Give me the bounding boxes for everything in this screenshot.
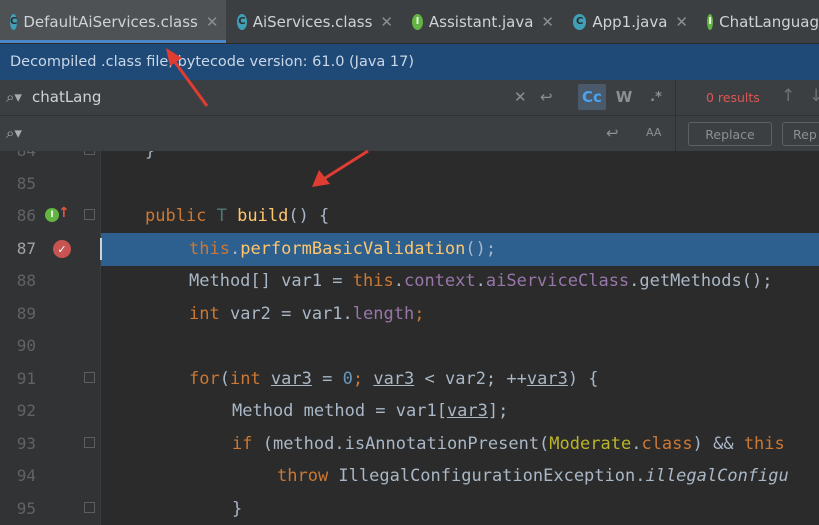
- code-line: 86 I ↑ public T build() {: [0, 200, 819, 233]
- line-number: 91: [16, 369, 36, 388]
- line-number: 87: [16, 239, 36, 258]
- code-line: 84 }: [0, 151, 819, 168]
- whole-words-toggle[interactable]: W: [612, 84, 636, 110]
- close-icon[interactable]: ✕: [675, 13, 688, 31]
- line-number: 92: [16, 401, 36, 420]
- line-number: 86: [16, 206, 36, 225]
- code-text: Method method = var1[var3];: [232, 401, 509, 421]
- fold-marker-icon[interactable]: [84, 209, 95, 220]
- previous-occurrence-icon[interactable]: ↑: [781, 86, 795, 106]
- tab-assistant[interactable]: I Assistant.java ✕: [402, 0, 562, 43]
- interface-icon: I: [707, 13, 714, 30]
- fold-marker-icon[interactable]: [84, 437, 95, 448]
- breakpoint-icon[interactable]: ✓: [53, 240, 71, 258]
- line-number: 88: [16, 271, 36, 290]
- close-icon[interactable]: ✕: [380, 13, 393, 31]
- line-number: 84: [0, 151, 36, 168]
- next-occurrence-icon[interactable]: ↓: [809, 86, 819, 106]
- search-results-count: 0 results: [706, 90, 760, 105]
- code-text: public T build() {: [145, 206, 330, 226]
- replace-row: ⌕▾: [0, 116, 675, 150]
- new-line-icon[interactable]: ↩: [540, 88, 553, 106]
- panel-separator: [675, 80, 676, 151]
- line-number: 85: [16, 174, 36, 193]
- implements-icon[interactable]: I: [45, 208, 59, 222]
- active-tab-indicator: [0, 40, 226, 43]
- code-text: if (method.isAnnotationPresent(Moderate.…: [232, 434, 785, 454]
- code-text: int var2 = var1.length;: [189, 304, 425, 324]
- code-line: 92 Method method = var1[var3];: [0, 395, 819, 428]
- editor-tab-bar: C DefaultAiServices.class ✕ C AiServices…: [0, 0, 819, 44]
- clear-search-icon[interactable]: ✕: [514, 88, 527, 106]
- line-number: 89: [16, 304, 36, 323]
- match-case-toggle[interactable]: Cc: [578, 84, 606, 110]
- tab-label: ChatLanguag: [719, 12, 819, 31]
- tab-chatlanguage[interactable]: I ChatLanguag: [697, 0, 819, 43]
- find-replace-panel: ⌕▾ chatLang ✕ ↩ Cc W .* 0 results ↑ ↓ ⌕▾…: [0, 80, 819, 152]
- search-input[interactable]: chatLang: [32, 88, 101, 106]
- search-icon[interactable]: ⌕▾: [6, 124, 32, 142]
- code-line: 93 if (method.isAnnotationPresent(Modera…: [0, 428, 819, 461]
- close-icon[interactable]: ✕: [206, 13, 219, 31]
- close-icon[interactable]: ✕: [541, 13, 554, 31]
- search-icon[interactable]: ⌕▾: [6, 88, 32, 106]
- line-number: 95: [16, 499, 36, 518]
- tab-label: DefaultAiServices.class: [23, 12, 198, 31]
- code-line: 90: [0, 330, 819, 363]
- code-text: this.performBasicValidation();: [189, 239, 497, 259]
- interface-icon: I: [412, 13, 423, 30]
- tab-aiservices[interactable]: C AiServices.class ✕: [227, 0, 401, 43]
- replace-button[interactable]: Replace: [688, 122, 772, 146]
- code-text: }: [145, 151, 156, 161]
- tab-defaultaiservices[interactable]: C DefaultAiServices.class ✕: [0, 0, 226, 43]
- code-text: for(int var3 = 0; var3 < var2; ++var3) {: [189, 369, 599, 389]
- code-line: 88 Method[] var1 = this.context.aiServic…: [0, 265, 819, 298]
- code-line: 95 }: [0, 493, 819, 525]
- code-line: 85: [0, 168, 819, 201]
- code-line-current: 87 ✓ this.performBasicValidation();: [0, 233, 819, 266]
- banner-text: Decompiled .class file, bytecode version…: [10, 54, 415, 70]
- class-icon: C: [237, 13, 247, 30]
- preserve-case-toggle[interactable]: AA: [646, 126, 661, 139]
- code-editor[interactable]: 84 } 85 86 I ↑ public T build() { 87 ✓ t…: [0, 151, 819, 525]
- override-arrow-icon[interactable]: ↑: [58, 205, 70, 221]
- tab-label: Assistant.java: [428, 12, 534, 31]
- search-row: ⌕▾ chatLang: [0, 80, 675, 114]
- code-line: 91 for(int var3 = 0; var3 < var2; ++var3…: [0, 363, 819, 396]
- regex-toggle[interactable]: .*: [644, 84, 668, 110]
- line-number: 93: [16, 434, 36, 453]
- line-number: 90: [16, 336, 36, 355]
- code-text: }: [232, 499, 243, 519]
- line-number: 94: [16, 466, 36, 485]
- class-icon: C: [573, 13, 587, 30]
- replace-all-button[interactable]: Rep: [782, 122, 819, 146]
- text-caret: [100, 238, 102, 260]
- decompiled-banner: Decompiled .class file, bytecode version…: [0, 44, 819, 80]
- tab-label: App1.java: [592, 12, 668, 31]
- tab-label: AiServices.class: [252, 12, 373, 31]
- new-line-icon[interactable]: ↩: [606, 124, 619, 142]
- code-text: Method[] var1 = this.context.aiServiceCl…: [189, 271, 773, 291]
- class-icon: C: [10, 13, 18, 30]
- code-line: 89 int var2 = var1.length;: [0, 298, 819, 331]
- fold-marker-icon[interactable]: [84, 502, 95, 513]
- fold-marker-icon[interactable]: [84, 372, 95, 383]
- tab-app1[interactable]: C App1.java ✕: [563, 0, 696, 43]
- fold-marker-icon[interactable]: [84, 151, 95, 155]
- code-line: 94 throw IllegalConfigurationException.i…: [0, 460, 819, 493]
- code-text: throw IllegalConfigurationException.ille…: [277, 466, 789, 486]
